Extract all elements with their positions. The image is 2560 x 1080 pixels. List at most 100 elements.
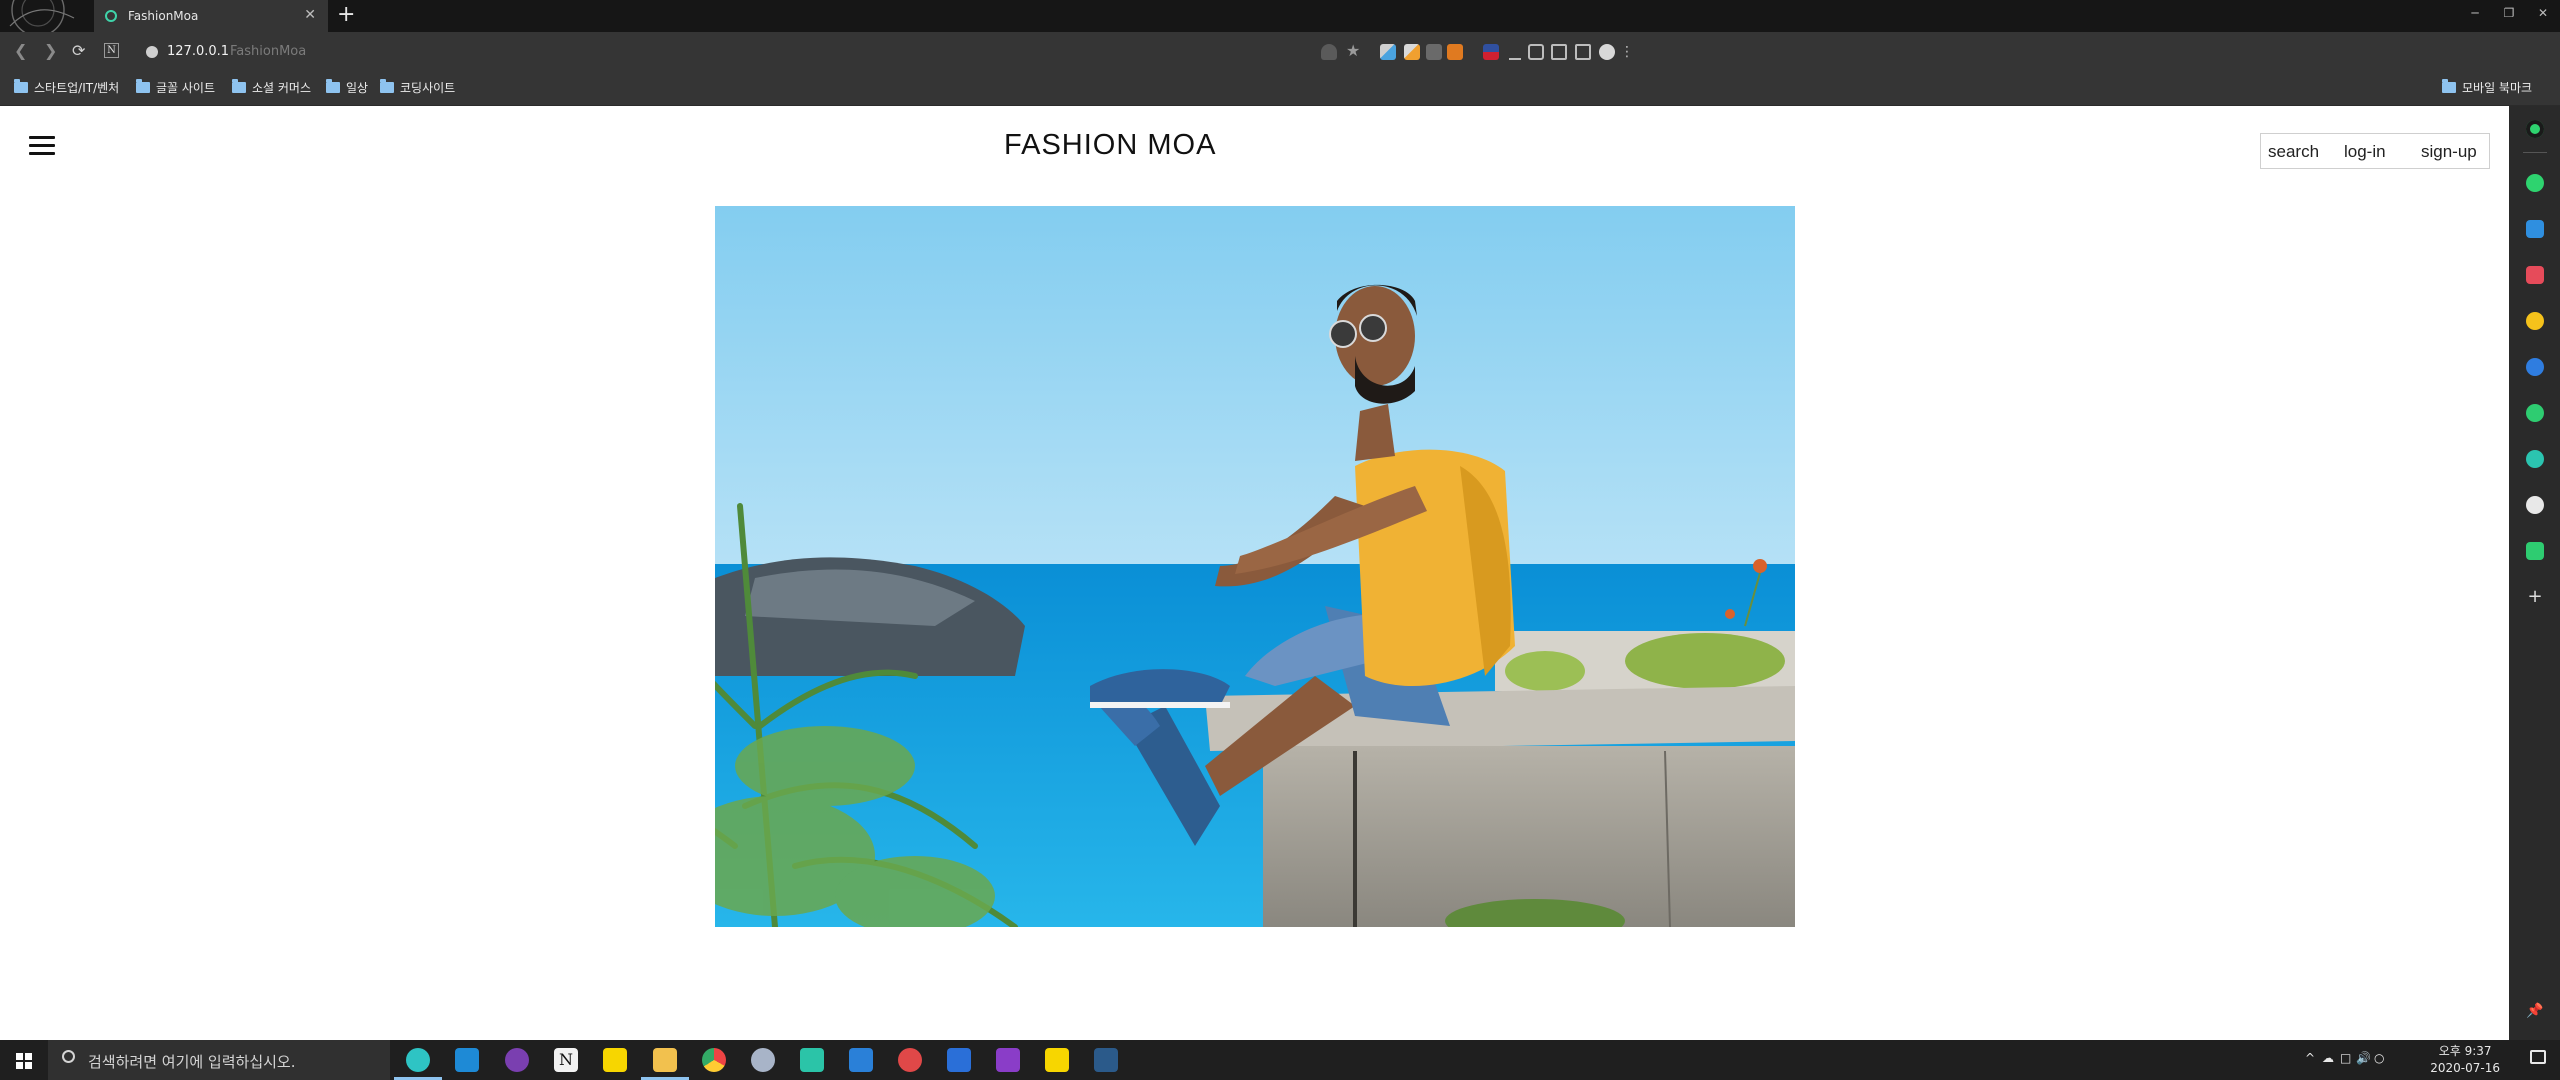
windows-start-icon[interactable] xyxy=(16,1053,32,1069)
bookmark-folder-fonts[interactable]: 글꼴 사이트 xyxy=(136,79,216,95)
brand-title[interactable]: FASHION MOA xyxy=(1004,129,1216,162)
forward-icon[interactable]: ❯ xyxy=(44,42,57,60)
app-icon-oval[interactable] xyxy=(751,1048,775,1072)
snip-tool-app-icon[interactable] xyxy=(1094,1048,1118,1072)
system-tray: ^ ☁ □ 🔊 ○ 오후 9:37 2020-07-16 xyxy=(2300,1040,2560,1080)
action-center-icon[interactable] xyxy=(2530,1050,2546,1064)
bookmark-label: 스타트업/IT/벤처 xyxy=(34,81,120,95)
purple-app-icon[interactable] xyxy=(505,1048,529,1072)
download-icon[interactable] xyxy=(1509,44,1521,60)
address-bar: ❮ ❯ ⟳ N 127.0.0.1 FashionMoa ★ ⋮ xyxy=(0,32,2560,72)
network-icon[interactable]: □ xyxy=(2340,1051,2351,1065)
pocket-icon[interactable] xyxy=(2526,266,2544,284)
app-icon-red[interactable] xyxy=(898,1048,922,1072)
tab-fashionmoa[interactable]: FashionMoa ✕ xyxy=(94,0,328,32)
file-explorer-app-icon[interactable] xyxy=(653,1048,677,1072)
folder-icon xyxy=(136,79,150,93)
bookmark-star-icon[interactable]: ★ xyxy=(1346,43,1362,59)
github-icon[interactable] xyxy=(2526,496,2544,514)
extension-brush-icon[interactable] xyxy=(1404,44,1420,60)
tab-favicon-icon xyxy=(105,10,117,22)
top-nav: search log-in sign-up xyxy=(2260,133,2490,169)
window-controls: ─ ❐ ✕ xyxy=(2458,0,2560,26)
onedrive-icon[interactable]: ☁ xyxy=(2322,1051,2334,1065)
menu-dots-icon[interactable]: ⋮ xyxy=(1620,44,1636,60)
signup-link[interactable]: sign-up xyxy=(2421,142,2477,162)
reload-icon[interactable]: ⟳ xyxy=(72,42,85,60)
volume-icon[interactable]: 🔊 xyxy=(2356,1051,2371,1065)
bookmark-label: 글꼴 사이트 xyxy=(156,81,216,95)
back-icon[interactable]: ❮ xyxy=(14,42,27,60)
pin-icon[interactable]: 📌 xyxy=(2526,1002,2544,1020)
tray-chevron-up-icon[interactable]: ^ xyxy=(2305,1051,2315,1065)
bookmark-folder-startup[interactable]: 스타트업/IT/벤처 xyxy=(14,79,120,95)
camera-icon[interactable] xyxy=(1528,44,1544,60)
chat-icon[interactable] xyxy=(2526,404,2544,422)
minimize-button[interactable]: ─ xyxy=(2458,0,2492,26)
extension-pen-icon[interactable] xyxy=(1380,44,1396,60)
kakaotalk-app-icon[interactable] xyxy=(603,1048,627,1072)
clock-time: 오후 9:37 xyxy=(2438,1044,2492,1058)
shield-icon[interactable] xyxy=(1321,44,1337,60)
browser-logo-icon[interactable] xyxy=(0,0,92,32)
whale-browser-app-icon[interactable] xyxy=(406,1048,430,1072)
calendar-icon[interactable] xyxy=(2526,220,2544,238)
restore-button[interactable]: ❐ xyxy=(2492,0,2526,26)
page-viewport: FASHION MOA search log-in sign-up xyxy=(0,106,2509,1040)
chrome-app-icon[interactable] xyxy=(702,1048,726,1072)
bookmark-folder-social-commerce[interactable]: 소셜 커머스 xyxy=(232,79,312,95)
notification-icon[interactable] xyxy=(2526,174,2544,192)
new-tab-button[interactable]: + xyxy=(337,4,355,26)
hero-photo xyxy=(715,206,1795,927)
login-link[interactable]: log-in xyxy=(2344,142,2386,162)
notion-icon[interactable]: N xyxy=(104,43,119,58)
play-icon[interactable] xyxy=(2526,450,2544,468)
bus-icon[interactable] xyxy=(2526,542,2544,560)
star-icon[interactable] xyxy=(2526,312,2544,330)
folder-icon xyxy=(14,79,28,93)
whale-panel-icon[interactable] xyxy=(2526,120,2544,138)
bookmark-label: 모바일 북마크 xyxy=(2462,81,2533,95)
bookmark-label: 소셜 커머스 xyxy=(252,81,312,95)
search-link[interactable]: search xyxy=(2268,142,2319,162)
edge-icon[interactable] xyxy=(2526,358,2544,376)
sticky-notes-app-icon[interactable] xyxy=(1045,1048,1069,1072)
site-info-icon[interactable] xyxy=(146,46,158,58)
bookmark-folder-daily[interactable]: 일상 xyxy=(326,79,369,95)
flag-icon[interactable] xyxy=(1483,44,1499,60)
bookmark-folder-coding[interactable]: 코딩사이트 xyxy=(380,79,455,95)
hamburger-menu-icon[interactable] xyxy=(29,136,55,156)
clock-date: 2020-07-16 xyxy=(2430,1061,2500,1075)
folder-icon xyxy=(326,79,340,93)
url-field[interactable]: 127.0.0.1 xyxy=(167,44,229,59)
extension-info-icon[interactable] xyxy=(1426,44,1442,60)
browser-side-panel: + 📌 xyxy=(2509,106,2560,1040)
mail-app-icon[interactable] xyxy=(849,1048,873,1072)
extension-translate-icon[interactable] xyxy=(1447,44,1463,60)
calendar-app-icon[interactable] xyxy=(947,1048,971,1072)
vscode-app-icon[interactable] xyxy=(455,1048,479,1072)
tab-close-icon[interactable]: ✕ xyxy=(304,8,316,22)
windows-taskbar: 검색하려면 여기에 입력하십시오. N ^ ☁ □ 🔊 ○ 오후 9:37 20… xyxy=(0,1040,2560,1080)
ime-icon[interactable]: ○ xyxy=(2374,1051,2384,1065)
folder-icon xyxy=(2442,79,2456,93)
sidebar-toggle-icon[interactable] xyxy=(1575,44,1591,60)
url-page-title: FashionMoa xyxy=(230,44,307,59)
folder-icon xyxy=(380,79,394,93)
tab-title: FashionMoa xyxy=(128,9,199,23)
close-window-button[interactable]: ✕ xyxy=(2526,0,2560,26)
bookmark-label: 일상 xyxy=(346,81,369,95)
onenote-app-icon[interactable] xyxy=(996,1048,1020,1072)
clock[interactable]: 오후 9:37 2020-07-16 xyxy=(2430,1043,2500,1077)
hero-image xyxy=(715,206,1795,927)
add-panel-icon[interactable]: + xyxy=(2526,588,2544,606)
bookmark-folder-mobile[interactable]: 모바일 북마크 xyxy=(2442,79,2533,95)
taskbar-search[interactable]: 검색하려면 여기에 입력하십시오. xyxy=(48,1040,390,1080)
profile-icon[interactable] xyxy=(1599,44,1615,60)
browser-titlebar: FashionMoa ✕ + ─ ❐ ✕ xyxy=(0,0,2560,32)
notion-app-icon[interactable]: N xyxy=(554,1048,578,1072)
app-icon-teal[interactable] xyxy=(800,1048,824,1072)
taskbar-search-placeholder: 검색하려면 여기에 입력하십시오. xyxy=(88,1053,296,1071)
panel-icon[interactable] xyxy=(1551,44,1567,60)
folder-icon xyxy=(232,79,246,93)
